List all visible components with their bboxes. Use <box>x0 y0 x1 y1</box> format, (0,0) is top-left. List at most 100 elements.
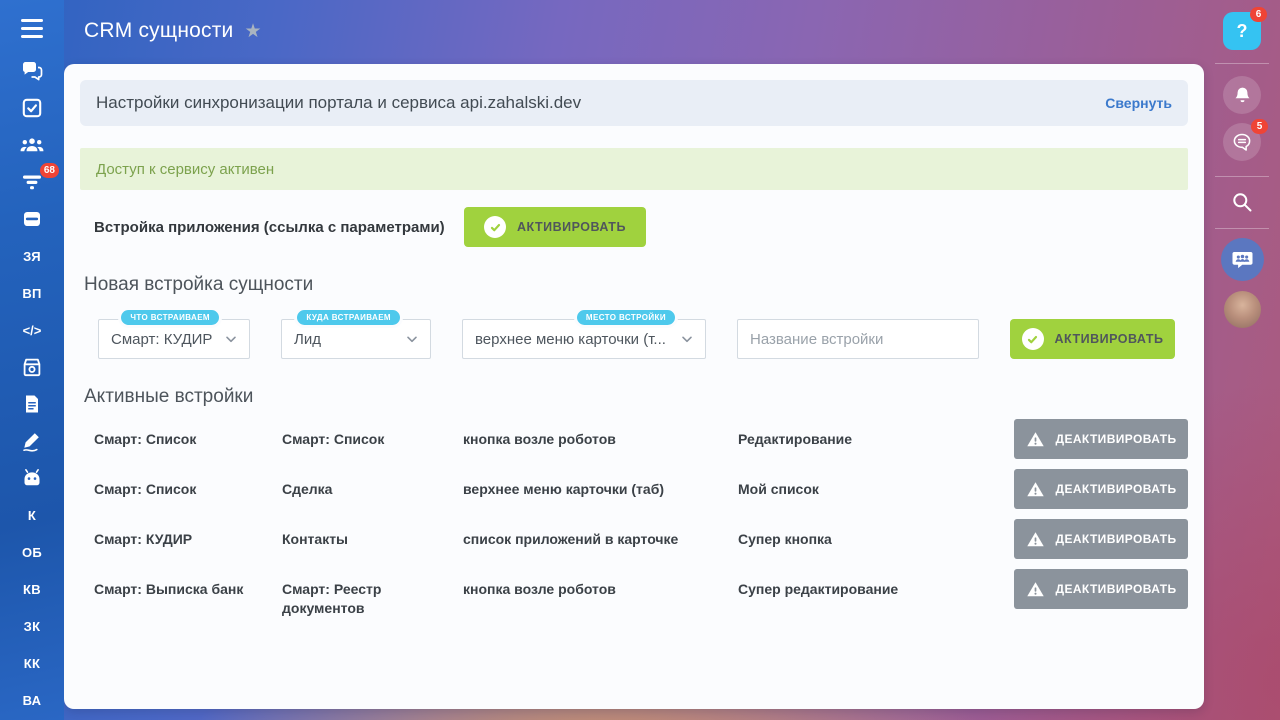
sidebar-item-vp[interactable]: ВП <box>22 281 41 305</box>
messages-counter-badge: 5 <box>1251 119 1268 134</box>
place-select-badge: МЕСТО ВСТРОЙКИ <box>576 310 675 325</box>
row-name: Редактирование <box>738 431 853 447</box>
chat-lines-icon <box>1233 133 1251 151</box>
activate-app-embed-label: АКТИВИРОВАТЬ <box>517 220 626 234</box>
target-select-value: Лид <box>294 330 321 348</box>
check-icon <box>484 216 506 238</box>
chevron-down-icon <box>226 336 236 343</box>
collapse-link[interactable]: Свернуть <box>1105 95 1172 111</box>
row-entity: Смарт: Выписка банк <box>94 581 244 597</box>
target-select-badge: КУДА ВСТРАИВАЕМ <box>297 310 400 325</box>
row-target: Смарт: Реестр документов <box>282 581 382 616</box>
crm-funnel-icon[interactable]: 68 <box>19 163 59 194</box>
place-select[interactable]: МЕСТО ВСТРОЙКИ верхнее меню карточки (т.… <box>462 310 706 359</box>
active-embeds-title: Активные встройки <box>84 386 254 407</box>
service-status-text: Доступ к сервису активен <box>96 160 275 178</box>
entity-select[interactable]: ЧТО ВСТРАИВАЕМ Смарт: КУДИР <box>98 310 250 359</box>
sidebar-item-zya[interactable]: ЗЯ <box>23 244 41 268</box>
service-status-banner: Доступ к сервису активен <box>80 148 1188 190</box>
deactivate-label: ДЕАКТИВИРОВАТЬ <box>1055 432 1177 446</box>
sidebar-item-kk[interactable]: КК <box>24 651 40 675</box>
row-target: Контакты <box>282 531 349 547</box>
deactivate-button[interactable]: ДЕАКТИВИРОВАТЬ <box>1014 519 1188 559</box>
messages-button[interactable]: 5 <box>1223 119 1268 161</box>
crm-counter-badge: 68 <box>39 163 59 178</box>
rail-divider <box>1215 176 1269 177</box>
chevron-down-icon <box>407 336 417 343</box>
app-embed-row: Встройка приложения (ссылка с параметрам… <box>94 207 1188 247</box>
search-button[interactable] <box>1227 187 1257 217</box>
help-counter-badge: 6 <box>1250 7 1267 22</box>
right-rail: ? 6 5 <box>1204 0 1280 720</box>
rail-divider <box>1215 228 1269 229</box>
deactivate-label: ДЕАКТИВИРОВАТЬ <box>1055 582 1177 596</box>
row-entity: Смарт: Список <box>94 431 197 447</box>
menu-hamburger-icon[interactable] <box>0 0 64 38</box>
check-icon <box>1021 328 1044 350</box>
app-embed-label: Встройка приложения (ссылка с параметрам… <box>94 218 445 236</box>
sidebar-item-kv[interactable]: КВ <box>23 577 41 601</box>
robot-icon[interactable] <box>19 466 45 490</box>
row-place: список приложений в карточке <box>463 531 679 547</box>
entity-select-value: Смарт: КУДИР <box>111 330 213 348</box>
sidebar-item-zk[interactable]: ЗК <box>24 614 41 638</box>
row-entity: Смарт: Список <box>94 481 197 497</box>
activate-new-embed-label: АКТИВИРОВАТЬ <box>1054 332 1164 346</box>
table-row: Смарт: Список Смарт: Список кнопка возле… <box>94 419 1188 459</box>
row-place: кнопка возле роботов <box>463 431 616 447</box>
messenger-icon[interactable] <box>19 59 45 83</box>
search-icon <box>1233 193 1252 212</box>
target-select[interactable]: КУДА ВСТРАИВАЕМ Лид <box>281 310 431 359</box>
sync-settings-title: Настройки синхронизации портала и сервис… <box>96 93 582 112</box>
sidebar-item-k[interactable]: К <box>28 503 36 527</box>
content-card: Настройки синхронизации портала и сервис… <box>64 64 1204 709</box>
deactivate-label: ДЕАКТИВИРОВАТЬ <box>1055 482 1177 496</box>
row-entity: Смарт: КУДИР <box>94 531 193 547</box>
row-place: кнопка возле роботов <box>463 581 616 597</box>
activate-app-embed-button[interactable]: АКТИВИРОВАТЬ <box>464 207 646 247</box>
bell-icon <box>1235 87 1249 102</box>
help-button[interactable]: ? 6 <box>1223 7 1267 50</box>
row-place: верхнее меню карточки (таб) <box>463 481 665 497</box>
rail-divider <box>1215 63 1269 64</box>
row-target: Смарт: Список <box>282 431 385 447</box>
developer-code-icon[interactable]: </> <box>19 318 45 342</box>
table-row: Смарт: Выписка банк Смарт: Реестр докуме… <box>94 569 1188 618</box>
drive-icon[interactable] <box>19 207 45 231</box>
sidebar-item-va[interactable]: ВА <box>23 688 42 712</box>
tasks-icon[interactable] <box>19 96 45 120</box>
activate-new-embed-button[interactable]: АКТИВИРОВАТЬ <box>1010 319 1175 359</box>
chevron-down-icon <box>682 336 692 343</box>
group-chat-button[interactable] <box>1220 238 1264 281</box>
documents-icon[interactable] <box>19 392 45 416</box>
row-target: Сделка <box>282 481 333 497</box>
row-name: Супер кнопка <box>738 531 832 547</box>
page-title-bar: CRM сущности ★ <box>84 0 262 62</box>
deactivate-button[interactable]: ДЕАКТИВИРОВАТЬ <box>1014 469 1188 509</box>
new-embed-title: Новая встройка сущности <box>84 274 314 295</box>
warning-icon <box>1026 531 1044 546</box>
new-embed-row: ЧТО ВСТРАИВАЕМ Смарт: КУДИР КУДА ВСТРАИВ… <box>98 310 1188 359</box>
deactivate-label: ДЕАКТИВИРОВАТЬ <box>1055 532 1177 546</box>
warning-icon <box>1026 431 1044 446</box>
sidebar-item-ob[interactable]: ОБ <box>22 540 42 564</box>
left-sidebar: 68 ЗЯ ВП </> К ОБ КВ ЗК КК ВА <box>0 0 64 720</box>
table-row: Смарт: Список Сделка верхнее меню карточ… <box>94 469 1188 509</box>
group-chat-icon <box>1232 252 1252 269</box>
deactivate-button[interactable]: ДЕАКТИВИРОВАТЬ <box>1014 569 1188 609</box>
employees-icon[interactable] <box>19 133 45 157</box>
deactivate-button[interactable]: ДЕАКТИВИРОВАТЬ <box>1014 419 1188 459</box>
row-name: Супер редактирование <box>738 581 899 597</box>
user-avatar[interactable] <box>1223 291 1261 328</box>
market-icon[interactable] <box>19 355 45 379</box>
entity-select-badge: ЧТО ВСТРАИВАЕМ <box>121 310 219 325</box>
embed-name-input[interactable] <box>737 319 979 359</box>
page-title: CRM сущности <box>84 19 234 42</box>
row-name: Мой список <box>738 481 819 497</box>
sync-settings-header: Настройки синхронизации портала и сервис… <box>80 80 1188 126</box>
notifications-button[interactable] <box>1223 76 1261 114</box>
favorite-star-icon[interactable]: ★ <box>244 22 261 41</box>
bitrix-crm-screen: CRM сущности ★ 68 ЗЯ ВП </> К ОБ КВ ЗК К… <box>0 0 1280 720</box>
sign-icon[interactable] <box>19 429 45 453</box>
place-select-value: верхнее меню карточки (т... <box>475 330 666 348</box>
